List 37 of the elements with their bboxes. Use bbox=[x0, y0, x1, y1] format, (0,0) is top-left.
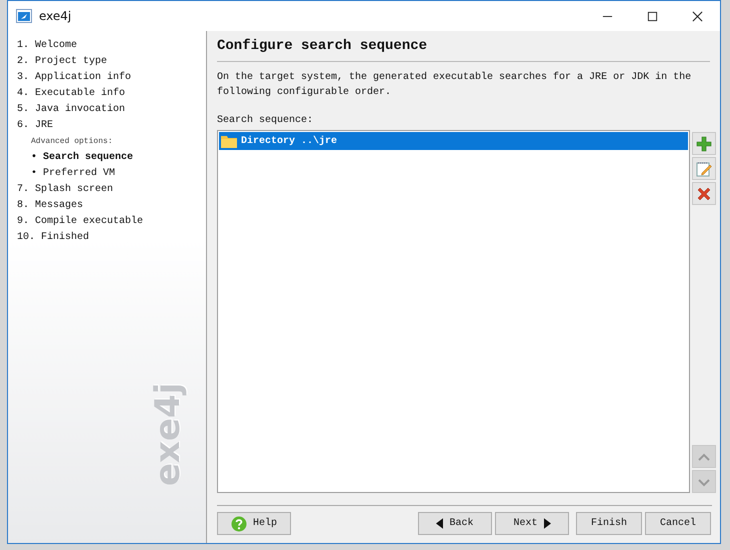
wizard-button[interactable]: Cancel bbox=[645, 512, 711, 535]
wizard-step[interactable]: 8. Messages bbox=[17, 198, 206, 214]
sequence-entry[interactable]: Directory ..\jre bbox=[219, 132, 688, 150]
wizard-step[interactable]: 3. Application info bbox=[17, 70, 206, 86]
list-label: Search sequence: bbox=[217, 115, 314, 128]
window-title: exe4j bbox=[39, 9, 72, 23]
remove-button[interactable] bbox=[692, 182, 716, 205]
wizard-step[interactable]: 6. JRE bbox=[17, 118, 206, 134]
add-button[interactable] bbox=[692, 132, 716, 155]
help-button[interactable]: Help bbox=[217, 512, 291, 535]
wizard-step[interactable]: 5. Java invocation bbox=[17, 102, 206, 118]
maximize-icon[interactable] bbox=[647, 10, 658, 22]
help-icon bbox=[230, 516, 247, 532]
app-icon bbox=[16, 9, 32, 23]
plus-icon bbox=[696, 136, 712, 152]
wizard-step[interactable]: 1. Welcome bbox=[17, 38, 206, 54]
wizard-substep[interactable]: • Preferred VM bbox=[17, 166, 206, 182]
page-description: On the target system, the generated executable searches for a JRE or JDK in the following configurable order. bbox=[217, 70, 692, 100]
entry-text: Directory ..\jre bbox=[241, 136, 338, 146]
right-triangle-icon bbox=[544, 518, 550, 529]
left-triangle-icon bbox=[436, 518, 444, 529]
wizard-step[interactable]: 2. Project type bbox=[17, 54, 206, 70]
pencil-icon bbox=[696, 160, 712, 176]
advanced-options-label: Advanced options: bbox=[30, 136, 114, 148]
wizard-step[interactable]: 4. Executable info bbox=[17, 86, 206, 102]
wizard-step[interactable]: 10. Finished bbox=[17, 230, 206, 246]
edit-button[interactable] bbox=[692, 157, 716, 180]
wizard-step[interactable]: 7. Splash screen bbox=[17, 182, 206, 198]
wizard-substep[interactable]: • Search sequence bbox=[17, 150, 206, 166]
folder-icon bbox=[221, 134, 237, 148]
wizard-button[interactable]: Finish bbox=[576, 512, 642, 535]
close-icon[interactable] bbox=[692, 10, 703, 22]
back-button[interactable]: Back bbox=[418, 512, 492, 535]
wizard-step[interactable]: 9. Compile executable bbox=[17, 214, 206, 230]
cross-icon bbox=[696, 186, 712, 202]
page-title: Configure search sequence bbox=[217, 38, 428, 56]
next-button[interactable]: Next bbox=[495, 512, 569, 535]
